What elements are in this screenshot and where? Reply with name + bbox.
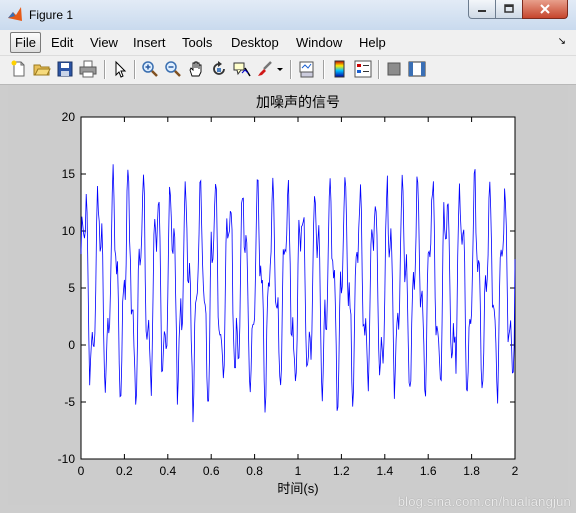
close-button[interactable] bbox=[522, 0, 568, 19]
x-tick-label: 0 bbox=[78, 464, 85, 478]
menu-bar: File Edit View Insert Tools Desktop Wind… bbox=[0, 30, 576, 56]
new-figure-icon[interactable] bbox=[10, 60, 28, 78]
x-tick-label: 0.6 bbox=[203, 464, 220, 478]
data-cursor-icon[interactable] bbox=[233, 60, 251, 78]
x-tick-label: 1 bbox=[295, 464, 302, 478]
figure-canvas: 0 0.2 0.4 0.6 0.8 1 1.2 1.4 1.6 1.8 2 20 15 10 5 0 -5 -10… bbox=[8, 85, 568, 505]
minimize-icon bbox=[478, 10, 486, 12]
hide-plot-tools-icon[interactable] bbox=[385, 60, 403, 78]
show-plot-tools-icon[interactable] bbox=[408, 60, 426, 78]
menu-desktop[interactable]: Desktop bbox=[227, 34, 283, 51]
brush-icon[interactable] bbox=[256, 60, 274, 78]
y-tick-label: -10 bbox=[58, 452, 76, 466]
print-icon[interactable] bbox=[79, 60, 97, 78]
save-icon[interactable] bbox=[56, 60, 74, 78]
y-tick-label: 5 bbox=[68, 281, 75, 295]
y-tick-label: 0 bbox=[68, 338, 75, 352]
menu-insert[interactable]: Insert bbox=[129, 34, 170, 51]
colorbar-icon[interactable] bbox=[331, 60, 349, 78]
x-tick-label: 1.6 bbox=[420, 464, 437, 478]
matlab-logo-icon bbox=[8, 7, 22, 21]
chart-title: 加噪声的信号 bbox=[256, 94, 340, 110]
maximize-button[interactable] bbox=[495, 0, 523, 19]
x-tick-label: 2 bbox=[512, 464, 519, 478]
y-tick-label: 10 bbox=[62, 224, 76, 238]
x-tick-label: 1.2 bbox=[333, 464, 350, 478]
menu-window[interactable]: Window bbox=[292, 34, 346, 51]
x-tick-label: 0.4 bbox=[159, 464, 176, 478]
figure-toolbar bbox=[0, 56, 576, 85]
zoom-out-icon[interactable] bbox=[164, 60, 182, 78]
brush-dropdown-icon[interactable] bbox=[275, 60, 285, 78]
title-bar: Figure 1 bbox=[0, 0, 576, 31]
pointer-icon[interactable] bbox=[111, 60, 129, 78]
window-title: Figure 1 bbox=[29, 8, 74, 22]
x-tick-label: 0.2 bbox=[116, 464, 133, 478]
menu-help[interactable]: Help bbox=[355, 34, 390, 51]
open-file-icon[interactable] bbox=[33, 60, 51, 78]
line-plot[interactable]: 0 0.2 0.4 0.6 0.8 1 1.2 1.4 1.6 1.8 2 20 15 10 5 0 -5 -10… bbox=[8, 85, 568, 505]
y-tick-label: -5 bbox=[64, 395, 75, 409]
x-axis-label: 时间(s) bbox=[277, 481, 318, 496]
menu-edit[interactable]: Edit bbox=[47, 34, 77, 51]
watermark-text: blog.sina.com.cn/hualiangjun bbox=[397, 494, 571, 509]
rotate-3d-icon[interactable] bbox=[210, 60, 228, 78]
legend-icon[interactable] bbox=[354, 60, 372, 78]
y-tick-label: 20 bbox=[62, 110, 76, 124]
y-tick-label: 15 bbox=[62, 167, 76, 181]
x-tick-label: 1.8 bbox=[463, 464, 480, 478]
dock-arrow-icon[interactable]: ↘ bbox=[558, 36, 566, 47]
menu-file[interactable]: File bbox=[10, 32, 41, 53]
close-icon bbox=[540, 4, 550, 14]
x-tick-label: 0.8 bbox=[246, 464, 263, 478]
pan-hand-icon[interactable] bbox=[187, 60, 205, 78]
menu-tools[interactable]: Tools bbox=[178, 34, 216, 51]
menu-view[interactable]: View bbox=[86, 34, 122, 51]
link-plot-icon[interactable] bbox=[298, 60, 316, 78]
minimize-button[interactable] bbox=[468, 0, 496, 19]
zoom-in-icon[interactable] bbox=[141, 60, 159, 78]
figure-window: Figure 1 File Edit View Insert Tools Des… bbox=[0, 0, 576, 513]
x-tick-label: 1.4 bbox=[376, 464, 393, 478]
maximize-icon bbox=[504, 4, 514, 13]
